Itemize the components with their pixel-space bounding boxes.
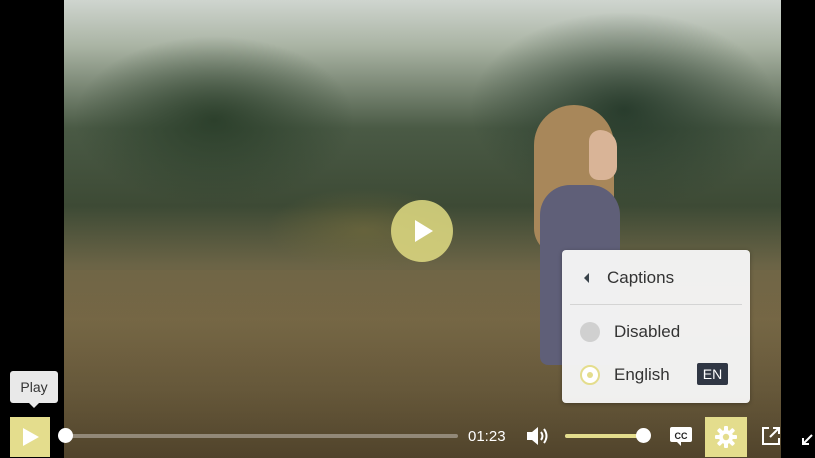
radio-unselected xyxy=(580,322,600,342)
chevron-left-icon xyxy=(584,273,589,283)
settings-button[interactable] xyxy=(705,417,747,457)
play-icon xyxy=(23,428,39,446)
gear-icon xyxy=(715,426,737,448)
closed-captions-icon: CC xyxy=(670,427,692,446)
caption-option-english[interactable]: English EN xyxy=(562,355,750,395)
captions-menu-back[interactable]: Captions xyxy=(562,250,750,304)
captions-button[interactable]: CC xyxy=(669,425,693,447)
radio-selected xyxy=(580,365,600,385)
exit-fullscreen-icon xyxy=(802,434,813,445)
popout-icon xyxy=(762,427,780,445)
language-badge: EN xyxy=(697,363,728,385)
menu-divider xyxy=(570,304,742,305)
svg-text:CC: CC xyxy=(675,431,688,441)
captions-menu: Captions Disabled English EN xyxy=(562,250,750,403)
volume-icon xyxy=(527,427,548,445)
volume-thumb[interactable] xyxy=(636,428,651,443)
caption-option-label: English xyxy=(614,365,670,384)
video-player: Captions Disabled English EN Play 01:23 xyxy=(0,0,815,458)
popout-button[interactable] xyxy=(760,425,782,447)
caption-option-label: Disabled xyxy=(614,322,681,341)
play-tooltip: Play xyxy=(10,371,58,408)
play-button[interactable] xyxy=(10,417,50,457)
captions-menu-title: Captions xyxy=(607,268,675,287)
big-play-button[interactable] xyxy=(391,200,453,262)
progress-track xyxy=(64,434,458,438)
volume-slider[interactable] xyxy=(565,428,651,444)
progress-thumb[interactable] xyxy=(58,428,73,443)
fullscreen-button[interactable] xyxy=(801,432,815,448)
play-icon xyxy=(415,220,433,242)
volume-fill xyxy=(565,434,645,438)
volume-button[interactable] xyxy=(526,425,552,447)
caption-option-disabled[interactable]: Disabled xyxy=(562,312,750,352)
progress-slider[interactable] xyxy=(58,428,458,444)
current-time: 01:23 xyxy=(468,428,506,445)
